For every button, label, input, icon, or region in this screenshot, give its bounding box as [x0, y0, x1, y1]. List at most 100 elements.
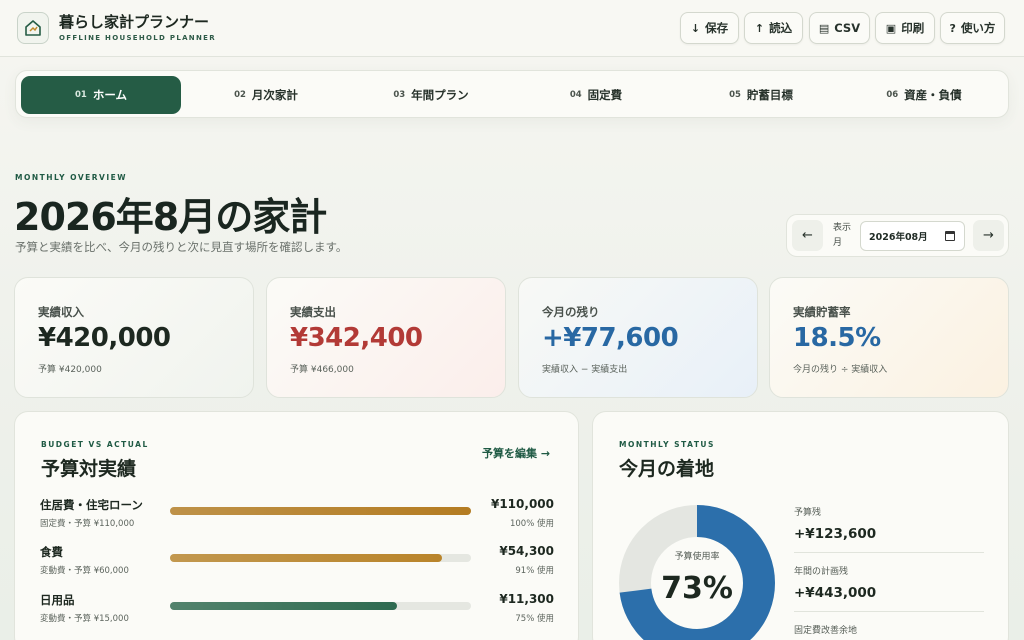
budget-progress-fill — [170, 602, 397, 610]
tab-assets[interactable]: 06 資産・負債 — [844, 76, 1004, 114]
stat-label: 予算残 — [794, 508, 822, 518]
card-label: 実績支出 — [290, 305, 336, 319]
tab-number: 06 — [886, 90, 899, 100]
overview-eyebrow: MONTHLY OVERVIEW — [15, 173, 128, 182]
budget-row: 住居費・住宅ローン 固定費・予算 ¥110,000 ¥110,000 100% … — [15, 497, 579, 543]
page-description: 予算と実績を比べ、今月の残りと次に見直す場所を確認します。 — [15, 240, 348, 254]
card-actual-expense: 実績支出 ¥342,400 予算 ¥466,000 — [266, 277, 506, 398]
card-sub: 実績収入 − 実績支出 — [542, 365, 628, 375]
budget-row-percent: 75% 使用 — [515, 614, 554, 624]
tab-number: 02 — [234, 90, 246, 100]
help-button[interactable]: ? 使い方 — [940, 12, 1005, 44]
card-sub: 予算 ¥420,000 — [38, 365, 102, 375]
arrow-left-icon: ← — [802, 228, 813, 243]
monthly-status-panel: MONTHLY STATUS 今月の着地 予算使用率 73% 予算残 +¥123… — [592, 411, 1009, 640]
budget-progress-track — [170, 507, 471, 515]
budget-title: 予算対実績 — [41, 458, 137, 480]
tab-home[interactable]: 01 ホーム — [21, 76, 181, 114]
budget-row-sub: 変動費・予算 ¥15,000 — [40, 614, 129, 624]
table-icon: ▤ — [818, 21, 830, 35]
tab-fixed-costs[interactable]: 04 固定費 — [516, 76, 676, 114]
card-label: 実績収入 — [38, 305, 84, 319]
arrow-right-icon: → — [983, 228, 994, 243]
month-input[interactable]: 2026年08月 — [860, 221, 965, 251]
stat-divider — [794, 552, 984, 553]
download-icon: ↓ — [690, 21, 701, 35]
card-remaining: 今月の残り +¥77,600 実績収入 − 実績支出 — [518, 277, 758, 398]
budget-row: 日用品 変動費・予算 ¥15,000 ¥11,300 75% 使用 — [15, 592, 579, 638]
tab-label: ホーム — [92, 88, 127, 102]
stat-budget-remaining: 予算残 +¥123,600 — [794, 505, 984, 542]
budget-row-amount: ¥11,300 — [499, 592, 554, 606]
calendar-icon — [945, 231, 955, 241]
budget-usage-donut: 予算使用率 73% — [619, 505, 775, 640]
budget-progress-fill — [170, 554, 443, 562]
card-value: ¥342,400 — [290, 323, 423, 353]
month-label: 表示月 — [833, 223, 852, 248]
tab-label: 月次家計 — [251, 88, 298, 102]
save-label: 保存 — [705, 21, 729, 35]
stat-value: +¥123,600 — [794, 526, 877, 542]
app-subtitle: OFFLINE HOUSEHOLD PLANNER — [59, 34, 216, 42]
stat-label: 年間の計画残 — [794, 567, 849, 577]
card-value: ¥420,000 — [38, 323, 171, 353]
page-title: 2026年8月の家計 — [14, 195, 327, 239]
stat-annual-plan-remaining: 年間の計画残 +¥443,000 — [794, 564, 984, 601]
budget-row-name: 食費 — [40, 545, 63, 559]
card-label: 今月の残り — [542, 305, 600, 319]
app-title: 暮らし家計プランナー — [59, 13, 210, 31]
budget-vs-actual-panel: BUDGET VS ACTUAL 予算対実績 予算を編集 → 住居費・住宅ローン… — [14, 411, 579, 640]
status-eyebrow: MONTHLY STATUS — [619, 440, 715, 449]
budget-progress-track — [170, 554, 471, 562]
month-selector: ← 表示月 2026年08月 → — [786, 214, 1009, 257]
tab-monthly[interactable]: 02 月次家計 — [186, 76, 346, 114]
print-label: 印刷 — [901, 21, 925, 35]
stat-label: 固定費改善余地 — [794, 626, 858, 636]
budget-row-percent: 100% 使用 — [509, 519, 554, 529]
card-value: 18.5% — [793, 323, 881, 353]
donut-value: 73% — [661, 571, 733, 606]
budget-row-sub: 変動費・予算 ¥60,000 — [40, 566, 129, 576]
tab-annual[interactable]: 03 年間プラン — [351, 76, 511, 114]
card-savings-rate: 実績貯蓄率 18.5% 今月の残り ÷ 実績収入 — [769, 277, 1009, 398]
tab-savings[interactable]: 05 貯蓄目標 — [681, 76, 841, 114]
status-title: 今月の着地 — [619, 458, 715, 480]
budget-progress-fill — [170, 507, 471, 515]
print-button[interactable]: ▣ 印刷 — [875, 12, 935, 44]
budget-progress-track — [170, 602, 471, 610]
edit-budget-link[interactable]: 予算を編集 → — [482, 445, 550, 461]
tab-label: 貯蓄目標 — [746, 88, 793, 102]
print-icon: ▣ — [885, 21, 897, 35]
load-button[interactable]: ↑ 読込 — [744, 12, 803, 44]
stat-value: +¥443,000 — [794, 585, 877, 601]
budget-row: 食費 変動費・予算 ¥60,000 ¥54,300 91% 使用 — [15, 544, 579, 590]
card-value: +¥77,600 — [542, 323, 679, 353]
card-sub: 予算 ¥466,000 — [290, 365, 354, 375]
csv-button[interactable]: ▤ CSV — [809, 12, 870, 44]
budget-row-sub: 固定費・予算 ¥110,000 — [40, 519, 135, 529]
tab-number: 01 — [75, 90, 87, 100]
tab-label: 年間プラン — [411, 88, 469, 102]
tab-number: 05 — [729, 90, 741, 100]
budget-eyebrow: BUDGET VS ACTUAL — [41, 440, 149, 449]
load-label: 読込 — [769, 21, 793, 35]
help-label: 使い方 — [960, 21, 996, 35]
save-button[interactable]: ↓ 保存 — [680, 12, 739, 44]
donut-label: 予算使用率 — [674, 552, 720, 562]
tab-label: 資産・負債 — [904, 88, 962, 102]
stat-divider — [794, 611, 984, 612]
stat-fixed-cost-improvement: 固定費改善余地 — [794, 623, 984, 640]
next-month-button[interactable]: → — [973, 220, 1004, 251]
card-actual-income: 実績収入 ¥420,000 予算 ¥420,000 — [14, 277, 254, 398]
budget-row-amount: ¥54,300 — [499, 544, 554, 558]
main-nav: 01 ホーム 02 月次家計 03 年間プラン 04 固定費 05 貯蓄目標 0… — [15, 70, 1009, 118]
card-label: 実績貯蓄率 — [793, 305, 851, 319]
prev-month-button[interactable]: ← — [792, 220, 823, 251]
help-icon: ? — [949, 21, 956, 35]
house-plan-icon — [17, 12, 49, 44]
month-value: 2026年08月 — [869, 232, 928, 243]
tab-number: 03 — [393, 90, 406, 100]
card-sub: 今月の残り ÷ 実績収入 — [793, 365, 888, 375]
upload-icon: ↑ — [754, 21, 765, 35]
csv-label: CSV — [834, 21, 861, 35]
